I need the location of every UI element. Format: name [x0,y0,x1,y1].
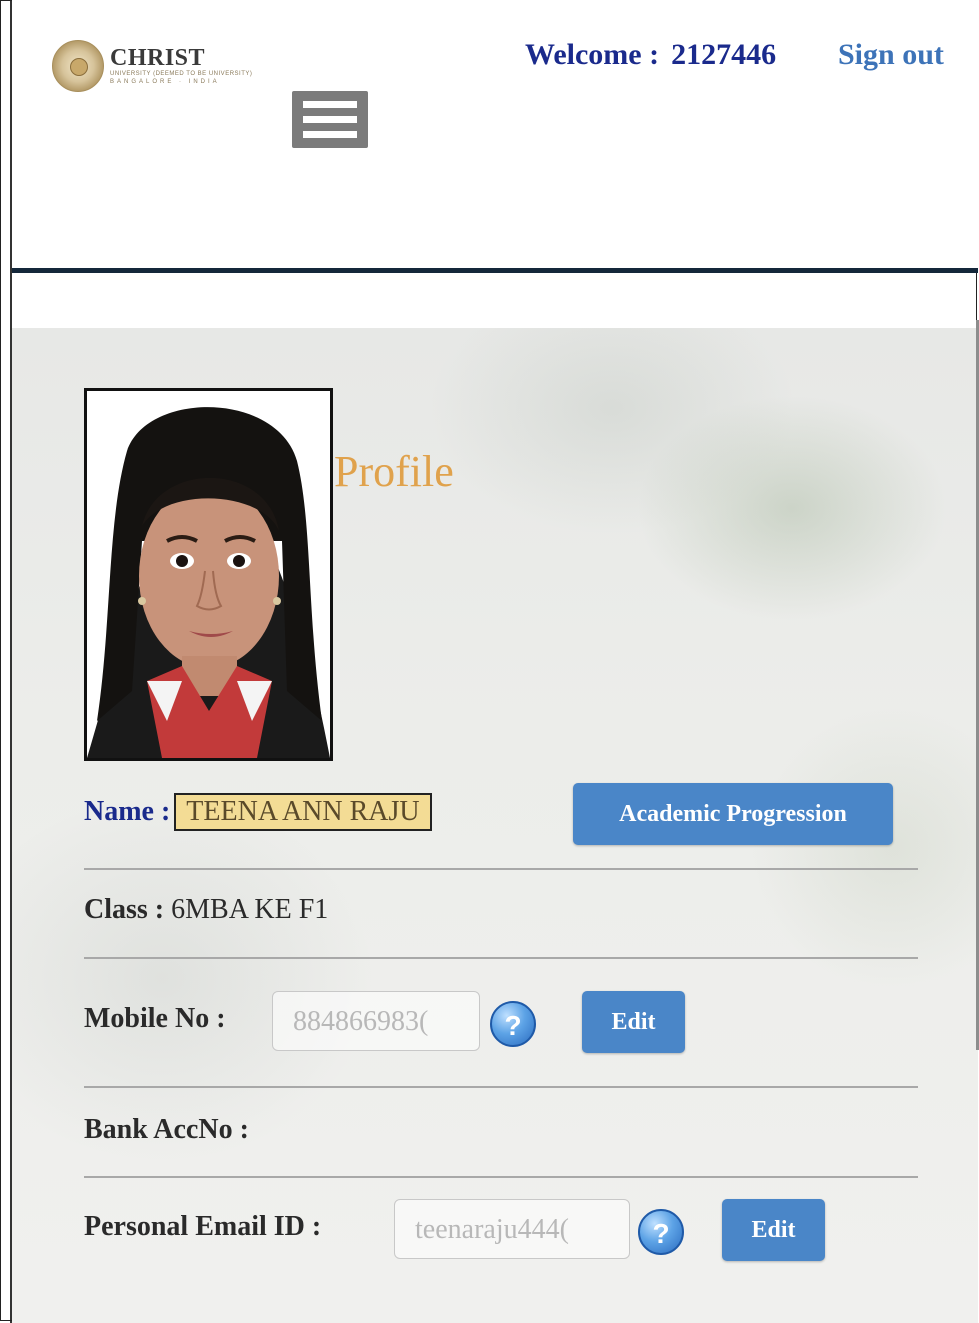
personal-email-label: Personal Email ID : [84,1211,322,1242]
menu-bar [303,101,357,108]
row-divider [84,957,918,959]
welcome-message: Welcome : 2127446 [525,38,776,72]
class-value: 6MBA KE F1 [171,894,329,925]
edit-mobile-button[interactable]: Edit [582,991,685,1053]
sign-out-link[interactable]: Sign out [838,38,944,72]
profile-photo [84,388,333,761]
row-divider [84,1176,918,1178]
logo-text: CHRIST UNIVERSITY (DEEMED TO BE UNIVERSI… [110,46,252,86]
university-seal-icon [52,40,104,92]
logo-location: BANGALORE · INDIA [110,79,220,85]
row-divider [84,1086,918,1088]
menu-bar [303,116,357,123]
mobile-label: Mobile No : [84,1003,226,1034]
bank-account-label: Bank AccNo : [84,1114,249,1145]
personal-email-field[interactable]: teenaraju444( [394,1199,630,1259]
user-id: 2127446 [671,38,777,71]
student-portrait-image [87,391,330,758]
name-row: Name : TEENA ANN RAJU [84,793,432,831]
email-help-icon[interactable]: ? [638,1209,684,1255]
name-label: Name : [84,796,171,827]
profile-section: Profile Name : TEENA ANN RAJU Academic P… [12,328,978,1323]
header-divider [12,268,978,273]
christ-logo[interactable]: CHRIST UNIVERSITY (DEEMED TO BE UNIVERSI… [52,40,252,92]
row-divider [84,868,918,870]
welcome-label: Welcome : [525,38,660,71]
mobile-number-field[interactable]: 884866983( [272,991,480,1051]
mobile-help-icon[interactable]: ? [490,1001,536,1047]
hamburger-menu-icon[interactable] [292,91,368,148]
class-row: Class : 6MBA KE F1 [84,894,328,926]
profile-title: Profile [334,447,454,496]
logo-subtitle: UNIVERSITY (DEEMED TO BE UNIVERSITY) [110,71,253,77]
academic-progression-button[interactable]: Academic Progression [573,783,893,845]
site-header: CHRIST UNIVERSITY (DEEMED TO BE UNIVERSI… [12,0,978,268]
name-value: TEENA ANN RAJU [174,793,432,831]
menu-bar [303,131,357,138]
class-label: Class : [84,894,165,925]
logo-name: CHRIST [110,45,206,71]
edit-email-button[interactable]: Edit [722,1199,825,1261]
